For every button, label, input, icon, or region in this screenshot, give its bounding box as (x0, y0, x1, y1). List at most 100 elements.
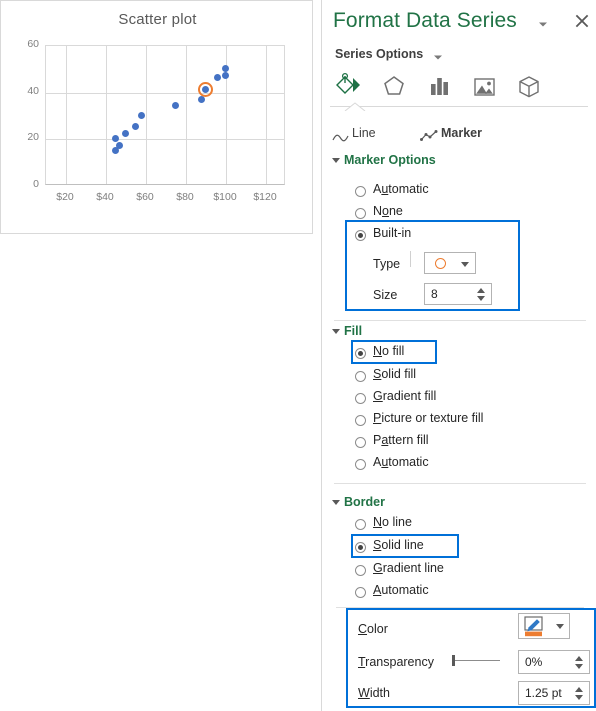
spinner-up-icon[interactable] (575, 687, 583, 692)
spinner-down-icon[interactable] (575, 664, 583, 669)
y-axis-tick-label: 40 (27, 84, 39, 97)
fill-collapse-triangle[interactable] (332, 329, 340, 334)
gridline-vertical (186, 46, 187, 184)
marker-size-stepper[interactable]: 8 (424, 283, 492, 305)
radio-indicator (355, 415, 366, 426)
gridline-vertical (146, 46, 147, 184)
y-axis-tick-label: 20 (27, 131, 39, 144)
radio-indicator (355, 587, 366, 598)
radio-indicator (355, 519, 366, 530)
chart-data-point[interactable] (221, 64, 229, 72)
radio-label: Automatic (373, 182, 429, 196)
radio-label: Automatic (373, 455, 429, 469)
marker-options-collapse-triangle[interactable] (332, 158, 340, 163)
border-header[interactable]: Border (344, 495, 385, 509)
radio-indicator (355, 459, 366, 470)
transparency-value: 0% (525, 655, 543, 669)
spinner-down-icon[interactable] (575, 695, 583, 700)
spinner-up-icon[interactable] (575, 656, 583, 661)
radio-label: Automatic (373, 583, 429, 597)
radio-label: Gradient line (373, 561, 444, 575)
chart-data-point[interactable] (115, 141, 123, 149)
slider-track (452, 660, 500, 661)
gridline-horizontal (46, 92, 284, 94)
radio-label: Picture or texture fill (373, 411, 484, 425)
spinner-buttons[interactable] (574, 654, 585, 671)
selected-data-point-ring[interactable] (197, 81, 213, 97)
tab-marker[interactable]: Marker (441, 126, 482, 140)
radio-indicator (355, 348, 366, 359)
pen-color-icon (524, 616, 543, 637)
section-divider (336, 607, 584, 608)
radio-label: Gradient fill (373, 389, 437, 403)
close-icon[interactable] (573, 12, 591, 30)
marker-type-label: Type (373, 257, 401, 271)
x-axis-tick-label: $60 (136, 191, 154, 203)
radio-indicator (355, 565, 366, 576)
radio-indicator (355, 230, 366, 241)
series-options-dropdown[interactable]: Series Options (335, 47, 423, 61)
radio-indicator (355, 393, 366, 404)
chevron-down-icon[interactable] (556, 624, 564, 629)
gridline-vertical (66, 46, 67, 184)
x-axis-tick-label: $20 (56, 191, 74, 203)
gridline-horizontal (46, 139, 284, 141)
transparency-stepper[interactable]: 0% (518, 650, 590, 674)
radio-label: Built-in (373, 226, 412, 240)
chart-data-point[interactable] (213, 74, 221, 82)
border-collapse-triangle[interactable] (332, 500, 340, 505)
chart-data-point[interactable] (197, 96, 205, 104)
radio-label: Solid line (373, 538, 424, 552)
series-options-caret-icon[interactable] (432, 50, 444, 62)
line-marker-tab-row: Line Marker (322, 124, 596, 267)
tab-divider (410, 251, 411, 267)
tab-size-and-properties[interactable] (423, 72, 455, 102)
spinner-down-icon[interactable] (477, 296, 485, 301)
radio-label: Pattern fill (373, 433, 429, 447)
chart-data-point[interactable] (221, 71, 229, 79)
x-axis-tick-label: $80 (176, 191, 194, 203)
radio-indicator (355, 437, 366, 448)
line-with-markers-icon (420, 129, 438, 147)
chart-data-point[interactable] (111, 134, 119, 142)
tab-line[interactable]: Line (352, 126, 376, 140)
radio-label: None (373, 204, 403, 218)
width-stepper[interactable]: 1.25 pt (518, 681, 590, 705)
pane-title: Format Data Series (333, 9, 517, 32)
tab-effects[interactable] (378, 72, 410, 102)
radio-indicator (355, 542, 366, 553)
marker-type-dropdown[interactable] (424, 252, 476, 274)
y-axis-tick-label: 0 (33, 178, 39, 190)
icon-tabs-underline (330, 106, 588, 107)
spinner-buttons[interactable] (476, 286, 487, 303)
chart-data-point[interactable] (137, 111, 145, 119)
fill-header[interactable]: Fill (344, 324, 362, 338)
chevron-down-icon (461, 262, 469, 267)
radio-indicator (355, 371, 366, 382)
wave-line-icon (332, 130, 349, 148)
section-divider (334, 320, 586, 321)
chart-plot-area[interactable] (45, 45, 285, 185)
tab-3d-format[interactable] (513, 72, 545, 102)
border-color-button[interactable] (518, 613, 570, 639)
transparency-slider[interactable] (452, 653, 500, 669)
chart-data-point[interactable] (171, 102, 179, 110)
width-value: 1.25 pt (525, 686, 562, 700)
marker-options-header[interactable]: Marker Options (344, 153, 436, 167)
chart-data-point[interactable] (121, 130, 129, 138)
pane-menu-caret-icon[interactable] (536, 17, 550, 31)
chart-container[interactable]: Scatter plot 0 20 40 60 $20 $40 $60 $80 $100 $120 (0, 0, 313, 234)
gridline-vertical (106, 46, 107, 184)
radio-label: No line (373, 515, 412, 529)
gridline-vertical (266, 46, 267, 184)
radio-label: No fill (373, 344, 405, 358)
chart-data-point[interactable] (131, 123, 139, 131)
spinner-buttons[interactable] (574, 685, 585, 702)
border-color-label: Color (358, 622, 388, 636)
tab-picture[interactable] (468, 72, 500, 102)
radio-indicator (355, 208, 366, 219)
spinner-up-icon[interactable] (477, 288, 485, 293)
slider-thumb[interactable] (452, 655, 455, 666)
radio-indicator (355, 186, 366, 197)
y-axis-tick-label: 60 (27, 38, 39, 50)
